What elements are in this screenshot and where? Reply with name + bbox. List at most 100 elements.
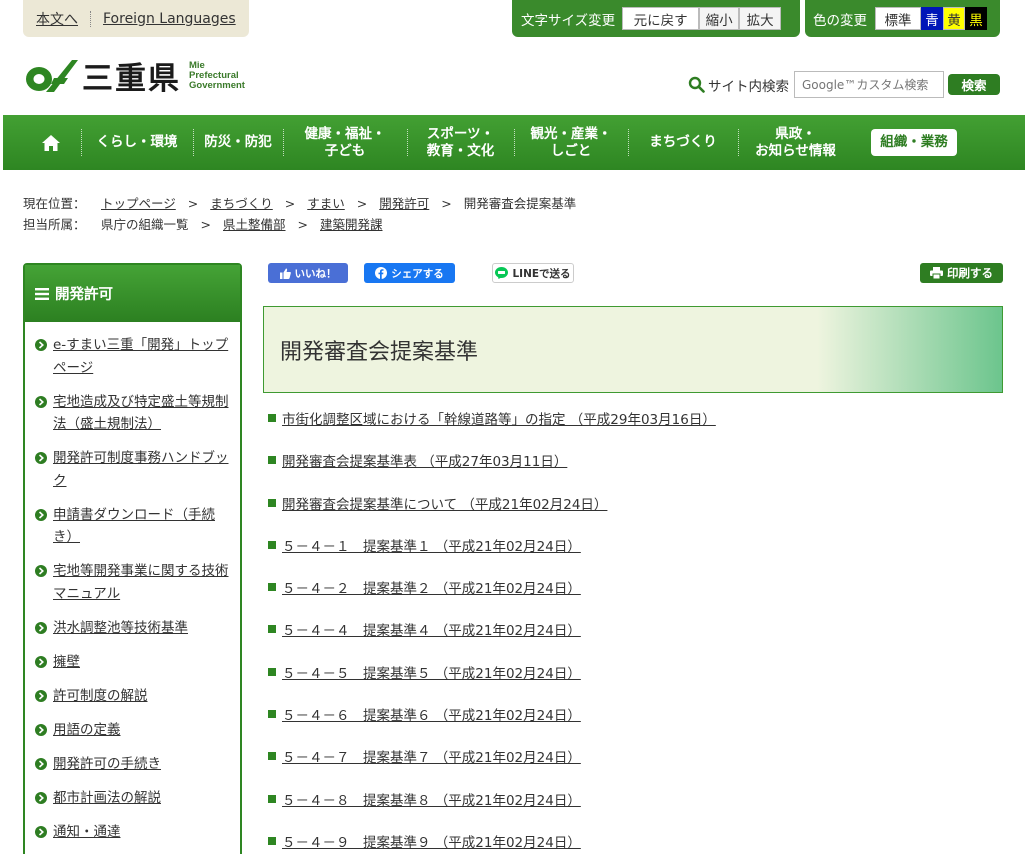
line-icon xyxy=(495,267,509,279)
list-item: 開発審査会提案基準について （平成21年02月24日） xyxy=(268,492,716,514)
document-link[interactable]: ５－４－４ 提案基準４ （平成21年02月24日） xyxy=(282,619,581,639)
sidebar-link[interactable]: 宅地等開発事業に関する技術マニュアル xyxy=(53,560,230,605)
skip-to-content-link[interactable]: 本文へ xyxy=(36,9,78,29)
nav-organization-button[interactable]: 組織・業務 xyxy=(871,129,957,156)
list-item: ５－４－２ 提案基準２ （平成21年02月24日） xyxy=(268,576,716,598)
list-item: ５－４－５ 提案基準５ （平成21年02月24日） xyxy=(268,661,716,683)
chevron-right-icon xyxy=(35,791,47,804)
line-share-button[interactable]: LINEで送る xyxy=(492,263,574,283)
global-nav: くらし・環境 防災・防犯 健康・福祉・ 子ども スポーツ・ 教育・文化 観光・産業・… xyxy=(3,115,1025,170)
nav-living-environment[interactable]: くらし・環境 xyxy=(81,115,193,170)
square-bullet-icon xyxy=(268,540,276,549)
menu-icon xyxy=(35,287,49,300)
sidebar-item: 擁壁 xyxy=(35,651,230,674)
sidebar-item: 申請書ダウンロード（手続き） xyxy=(35,504,230,549)
nav-health-welfare[interactable]: 健康・福祉・ 子ども xyxy=(283,115,407,170)
share-label: シェアする xyxy=(391,267,444,280)
chevron-right-icon xyxy=(35,825,47,838)
line-label: LINEで送る xyxy=(512,267,571,280)
sidebar-item: 宅地造成及び特定盛土等規制法（盛土規制法） xyxy=(35,391,230,436)
breadcrumb-link-top[interactable]: トップページ xyxy=(101,193,176,214)
nav-sports-education[interactable]: スポーツ・ 教育・文化 xyxy=(407,115,514,170)
font-size-big-button[interactable]: 拡大 xyxy=(739,7,782,30)
breadcrumb-location: 現在位置： トップページ > まちづくり > すまい > 開発許可 > 開発審査… xyxy=(23,193,576,214)
sidebar-link[interactable]: 都市計画法の解説 xyxy=(53,787,161,810)
sidebar-link[interactable]: 申請書ダウンロード（手続き） xyxy=(53,504,230,549)
breadcrumb-label: 現在位置： xyxy=(23,196,86,211)
chevron-right-icon xyxy=(35,621,47,634)
utility-links: 本文へ Foreign Languages xyxy=(23,0,249,37)
document-link[interactable]: ５－４－５ 提案基準５ （平成21年02月24日） xyxy=(282,662,581,682)
breadcrumb-link-permit[interactable]: 開発許可 xyxy=(379,193,429,214)
home-icon xyxy=(42,134,60,151)
sidebar: 開発許可 e-すまい三重「開発」トップページ 宅地造成及び特定盛土等規制法（盛土… xyxy=(23,263,242,854)
document-link[interactable]: ５－４－７ 提案基準７ （平成21年02月24日） xyxy=(282,746,581,766)
nav-disaster-prevention[interactable]: 防災・防犯 xyxy=(193,115,283,170)
sidebar-link[interactable]: 擁壁 xyxy=(53,651,80,674)
facebook-icon xyxy=(375,267,388,279)
department-link-building[interactable]: 建築開発課 xyxy=(320,214,383,235)
document-link[interactable]: 開発審査会提案基準について （平成21年02月24日） xyxy=(282,493,607,513)
sidebar-link[interactable]: 開発許可制度事務ハンドブック xyxy=(53,447,230,492)
square-bullet-icon xyxy=(268,625,276,634)
sidebar-link[interactable]: 開発許可の手続き xyxy=(53,753,161,776)
breadcrumb-link-housing[interactable]: すまい xyxy=(307,193,345,214)
document-link[interactable]: ５－４－６ 提案基準６ （平成21年02月24日） xyxy=(282,704,581,724)
sidebar-link[interactable]: 洪水調整池等技術基準 xyxy=(53,617,188,640)
chevron-right-icon xyxy=(35,565,47,577)
color-blue-button[interactable]: 青 xyxy=(921,7,943,30)
nav-label: まちづくり xyxy=(649,134,717,150)
document-link[interactable]: 開発審査会提案基準表 （平成27年03月11日） xyxy=(282,450,567,470)
chevron-right-icon xyxy=(35,452,47,464)
chevron-right-icon xyxy=(35,723,47,736)
search-button[interactable]: 検索 xyxy=(948,74,1000,95)
breadcrumb-link-town[interactable]: まちづくり xyxy=(210,193,273,214)
sidebar-link[interactable]: 通知・通達 xyxy=(53,821,121,844)
sidebar-header: 開発許可 xyxy=(25,265,240,322)
square-bullet-icon xyxy=(268,456,276,465)
color-standard-button[interactable]: 標準 xyxy=(875,7,921,30)
document-link[interactable]: ５－４－２ 提案基準２ （平成21年02月24日） xyxy=(282,577,581,597)
color-black-button[interactable]: 黒 xyxy=(965,7,987,30)
list-item: 市街化調整区域における「幹線道路等」の指定 （平成29年03月16日） xyxy=(268,407,716,429)
font-size-reset-button[interactable]: 元に戻す xyxy=(622,7,700,30)
square-bullet-icon xyxy=(268,414,276,422)
sidebar-link[interactable]: 用語の定義 xyxy=(53,719,121,742)
color-yellow-button[interactable]: 黄 xyxy=(943,7,965,30)
foreign-languages-link[interactable]: Foreign Languages xyxy=(103,11,236,27)
site-search: サイト内検索 検索 xyxy=(688,71,1000,98)
nav-label-line: 教育・文化 xyxy=(426,142,495,159)
print-button[interactable]: 印刷する xyxy=(920,263,1003,283)
nav-label: 健康・福祉・ 子ども xyxy=(305,126,386,160)
sidebar-link[interactable]: 許可制度の解説 xyxy=(53,685,148,708)
document-link[interactable]: ５－４－８ 提案基準８ （平成21年02月24日） xyxy=(282,789,581,809)
sidebar-link[interactable]: e-すまい三重「開発」トップページ xyxy=(53,334,230,379)
document-link[interactable]: ５－４－９ 提案基準９ （平成21年02月24日） xyxy=(282,831,581,851)
site-logo[interactable]: 三重県 Mie Prefectural Government xyxy=(24,53,245,98)
square-bullet-icon xyxy=(268,752,276,761)
font-size-label: 文字サイズ変更 xyxy=(521,12,616,29)
square-bullet-icon xyxy=(268,836,276,845)
facebook-share-button[interactable]: シェアする xyxy=(364,263,455,283)
sidebar-item: 用語の定義 xyxy=(35,719,230,742)
department-label: 担当所属： xyxy=(23,217,86,232)
logo-english-line: Government xyxy=(189,79,245,91)
list-item: ５－４－７ 提案基準７ （平成21年02月24日） xyxy=(268,745,716,767)
nav-home[interactable] xyxy=(21,115,81,170)
nav-label: スポーツ・ 教育・文化 xyxy=(427,126,495,160)
facebook-like-button[interactable]: いいね！ xyxy=(268,263,348,283)
document-link[interactable]: ５－４－１ 提案基準１ （平成21年02月24日） xyxy=(282,535,581,555)
nav-tourism-industry[interactable]: 観光・産業・ しごと xyxy=(514,115,628,170)
department-link-public-works[interactable]: 県土整備部 xyxy=(223,214,286,235)
square-bullet-icon xyxy=(268,583,276,592)
font-size-small-button[interactable]: 縮小 xyxy=(699,7,740,30)
document-link[interactable]: 市街化調整区域における「幹線道路等」の指定 （平成29年03月16日） xyxy=(282,408,716,428)
sidebar-link[interactable]: 宅地造成及び特定盛土等規制法（盛土規制法） xyxy=(53,391,230,436)
mie-logo-mark-icon xyxy=(26,59,78,92)
search-label: サイト内検索 xyxy=(708,78,789,95)
nav-prefectural-news[interactable]: 県政・ お知らせ情報 xyxy=(738,115,853,170)
search-input[interactable] xyxy=(794,71,944,98)
list-item: ５－４－４ 提案基準４ （平成21年02月24日） xyxy=(268,618,716,640)
nav-town-planning[interactable]: まちづくり xyxy=(628,115,738,170)
chevron-right-icon xyxy=(35,689,47,702)
